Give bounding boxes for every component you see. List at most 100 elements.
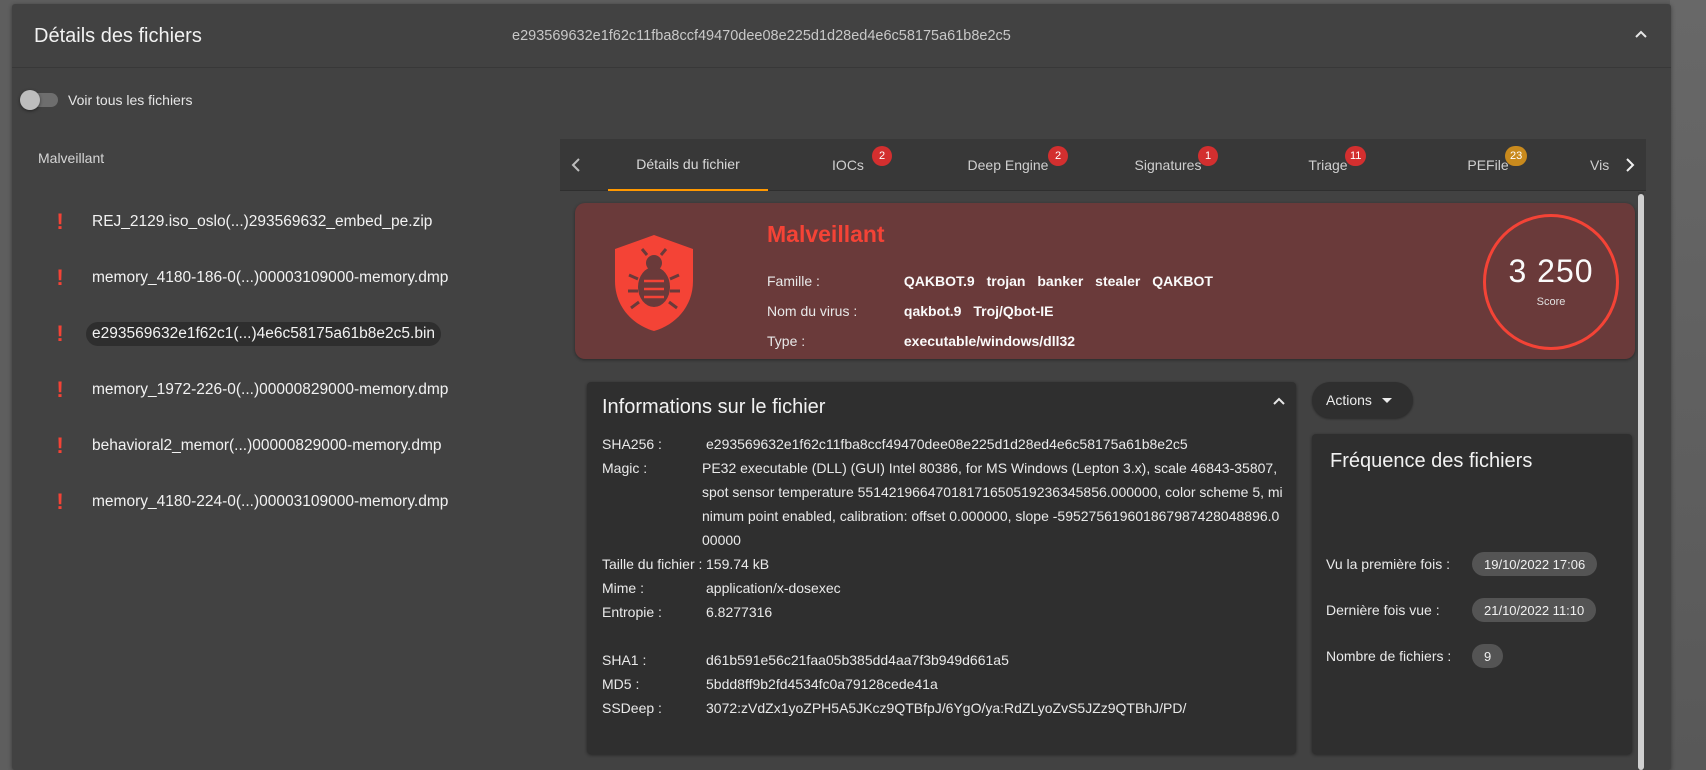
tab-vis-partial[interactable]: Vis — [1590, 139, 1614, 191]
mime-label: Mime : — [602, 580, 644, 596]
file-list-item[interactable]: ! memory_1972-226-0(...)00000829000-memo… — [22, 362, 542, 418]
magic-value: PE32 executable (DLL) (GUI) Intel 80386,… — [702, 460, 1283, 548]
chevron-up-icon — [1635, 30, 1647, 38]
file-name: behavioral2_memor(...)00000829000-memory… — [92, 437, 442, 454]
tab-badge: 1 — [1198, 146, 1218, 166]
collapse-file-info-button[interactable] — [1272, 394, 1286, 413]
first-seen-label: Vu la première fois : — [1326, 556, 1450, 572]
family-tag: QAKBOT.9 — [903, 273, 975, 289]
type-value: executable/windows/dll32 — [903, 333, 1076, 349]
size-row: Taille du fichier : 159.74 kB — [602, 552, 1284, 576]
score-ring: 3 250 Score — [1483, 214, 1619, 350]
tab-pefile[interactable]: PEFile 23 — [1408, 139, 1568, 191]
file-info-title: Informations sur le fichier — [602, 396, 826, 418]
size-value: 159.74 kB — [706, 556, 770, 572]
sha256-value: e293569632e1f62c11fba8ccf49470dee08e225d… — [706, 436, 1188, 452]
panel-title: Détails des fichiers — [34, 25, 202, 47]
exclamation-icon: ! — [56, 321, 64, 346]
sha256-label: SHA256 : — [602, 436, 662, 452]
entropy-row: Entropie : 6.8277316 — [602, 600, 1284, 624]
file-list: Malveillant ! REJ_2129.iso_oslo(...)2935… — [22, 150, 542, 530]
score-value: 3 250 — [1508, 252, 1594, 289]
sha1-row: SHA1 : d61b591e56c21faa05b385dd4aa7f3b94… — [602, 648, 1284, 672]
mime-row: Mime : application/x-dosexec — [602, 576, 1284, 600]
virus-tag: Troj/Qbot-IE — [973, 303, 1054, 319]
virus-label: Nom du virus : — [767, 303, 858, 319]
file-name: memory_1972-226-0(...)00000829000-memory… — [92, 381, 449, 398]
tab-label: Vis — [1590, 157, 1610, 173]
file-name: e293569632e1f62c1(...)4e6c58175a61b8e2c5… — [86, 322, 442, 346]
collapse-panel-button[interactable] — [1627, 20, 1655, 48]
file-list-item[interactable]: ! behavioral2_memor(...)00000829000-memo… — [22, 418, 542, 474]
file-info-table: SHA256 : e293569632e1f62c11fba8ccf49470d… — [602, 432, 1284, 720]
file-info-card: Informations sur le fichier SHA256 : e29… — [587, 382, 1296, 754]
ssdeep-value: 3072:zVdZx1yoZPH5A5JKcz9QTBfpJ/6YgO/ya:R… — [706, 700, 1187, 716]
tab-label: Deep Engine — [967, 157, 1049, 173]
exclamation-icon: ! — [56, 377, 64, 402]
shield-bug-icon — [615, 235, 693, 331]
file-frequency-card: Fréquence des fichiers Vu la première fo… — [1312, 434, 1632, 754]
sha1-value: d61b591e56c21faa05b385dd4aa7f3b949d661a5 — [706, 652, 1009, 668]
md5-label: MD5 : — [602, 676, 640, 692]
caret-down-icon — [1381, 397, 1392, 403]
chevron-up-icon — [1273, 397, 1285, 405]
file-list-item[interactable]: ! memory_4180-224-0(...)00003109000-memo… — [22, 474, 542, 530]
show-all-files-toggle[interactable] — [20, 90, 58, 110]
panel-header: Détails des fichiers e293569632e1f62c11f… — [12, 4, 1671, 68]
verdict-family-row: Famille : QAKBOT.9 trojan banker stealer… — [767, 273, 1221, 289]
family-tag: banker — [1037, 273, 1084, 289]
ssdeep-label: SSDeep : — [602, 700, 662, 716]
sha1-label: SHA1 : — [602, 652, 647, 668]
tab-signatures[interactable]: Signatures 1 — [1088, 139, 1248, 191]
file-name: REJ_2129.iso_oslo(...)293569632_embed_pe… — [92, 213, 433, 230]
tab-label: PEFile — [1467, 157, 1509, 173]
tab-label: Signatures — [1134, 157, 1202, 173]
verdict-virus-row: Nom du virus : qakbot.9 Troj/Qbot-IE — [767, 303, 1061, 319]
md5-row: MD5 : 5bdd8ff9b2fd4534fc0a79128cede41a — [602, 672, 1284, 696]
family-tag: stealer — [1095, 273, 1141, 289]
file-list-item-selected[interactable]: ! e293569632e1f62c1(...)4e6c58175a61b8e2… — [22, 306, 542, 362]
exclamation-icon: ! — [56, 433, 64, 458]
tab-badge: 2 — [872, 146, 892, 166]
actions-dropdown-button[interactable]: Actions — [1312, 382, 1413, 418]
last-seen-chip: 21/10/2022 11:10 — [1472, 598, 1597, 622]
last-seen-label: Dernière fois vue : — [1326, 602, 1440, 618]
file-list-item[interactable]: ! memory_4180-186-0(...)00003109000-memo… — [22, 250, 542, 306]
detail-tabs: Détails du fichier IOCs 2 Deep Engine 2 … — [560, 139, 1646, 191]
file-name: memory_4180-224-0(...)00003109000-memory… — [92, 493, 449, 510]
family-tag: QAKBOT — [1152, 273, 1213, 289]
show-all-files-label: Voir tous les fichiers — [68, 92, 193, 108]
frequency-title: Fréquence des fichiers — [1330, 450, 1533, 472]
first-seen-chip: 19/10/2022 17:06 — [1472, 552, 1598, 576]
tab-badge: 23 — [1505, 146, 1528, 166]
tab-file-details[interactable]: Détails du fichier — [608, 139, 768, 191]
mime-value: application/x-dosexec — [706, 580, 841, 596]
panel-hash: e293569632e1f62c11fba8ccf49470dee08e225d… — [512, 28, 1011, 44]
file-list-item[interactable]: ! REJ_2129.iso_oslo(...)293569632_embed_… — [22, 194, 542, 250]
tab-label: Triage — [1308, 157, 1348, 173]
tab-label: IOCs — [832, 157, 864, 173]
tab-badge: 2 — [1048, 146, 1068, 166]
verdict-card: Malveillant Famille : QAKBOT.9 trojan ba… — [575, 203, 1635, 359]
entropy-label: Entropie : — [602, 604, 662, 620]
file-count-row: Nombre de fichiers : 9 — [1326, 644, 1504, 668]
file-count-chip: 9 — [1472, 644, 1504, 668]
tab-iocs[interactable]: IOCs 2 — [768, 139, 928, 191]
md5-value: 5bdd8ff9b2fd4534fc0a79128cede41a — [706, 676, 938, 692]
content-scrollbar-thumb[interactable] — [1638, 194, 1644, 770]
exclamation-icon: ! — [56, 265, 64, 290]
tab-badge: 11 — [1345, 146, 1367, 166]
verdict-title: Malveillant — [767, 221, 885, 247]
tabs-scroll-left-button[interactable] — [560, 139, 592, 191]
tab-triage[interactable]: Triage 11 — [1248, 139, 1408, 191]
tabs-scroll-right-button[interactable] — [1614, 139, 1646, 191]
tab-deep-engine[interactable]: Deep Engine 2 — [928, 139, 1088, 191]
sha256-row: SHA256 : e293569632e1f62c11fba8ccf49470d… — [602, 432, 1284, 456]
magic-label: Magic : — [602, 460, 648, 476]
virus-values: qakbot.9 Troj/Qbot-IE — [904, 303, 1062, 319]
virus-tag: qakbot.9 — [903, 303, 962, 319]
verdict-type-row: Type : executable/windows/dll32 — [767, 333, 1075, 349]
first-seen-row: Vu la première fois : 19/10/2022 17:06 — [1326, 552, 1598, 576]
page-background — [1670, 0, 1706, 770]
